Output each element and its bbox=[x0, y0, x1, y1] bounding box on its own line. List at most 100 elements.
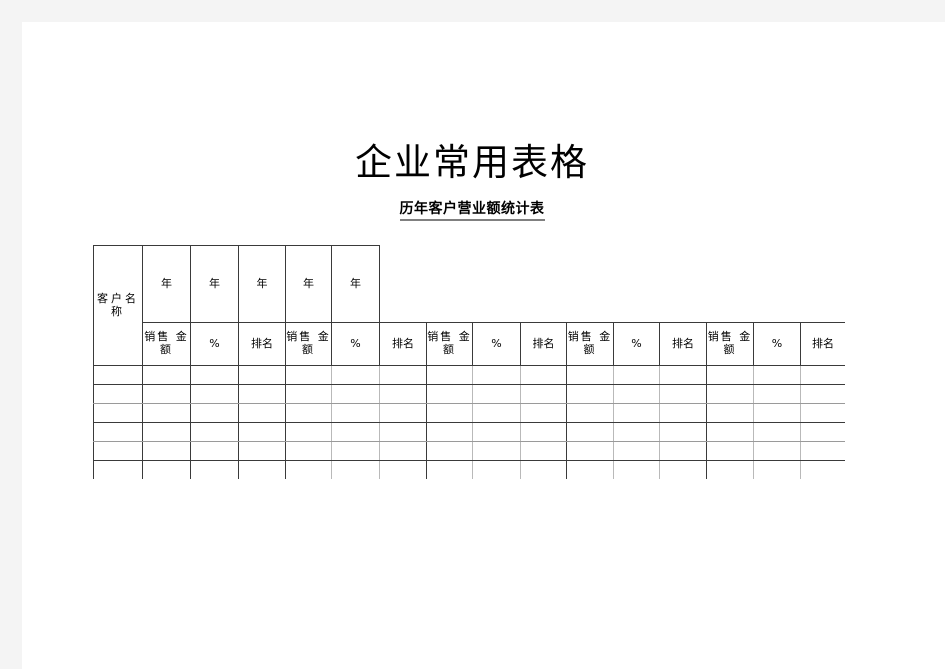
table-cell-pct3[interactable] bbox=[472, 403, 521, 423]
table-cell-rank1[interactable] bbox=[238, 422, 286, 442]
table-cell-rank1[interactable] bbox=[238, 384, 286, 404]
table-cell-rank5[interactable] bbox=[800, 441, 845, 461]
table-cell-rank4[interactable] bbox=[659, 422, 707, 442]
table-cell-pct2[interactable] bbox=[331, 384, 380, 404]
table-cell-rank3[interactable] bbox=[520, 384, 567, 404]
table-cell-pct4[interactable] bbox=[613, 384, 660, 404]
table-cell-pct3[interactable] bbox=[472, 441, 521, 461]
table-cell-amount3[interactable] bbox=[426, 365, 473, 385]
table-cell-amount1[interactable] bbox=[142, 403, 191, 423]
table-cell-rank3[interactable] bbox=[520, 365, 567, 385]
table-cell-amount3[interactable] bbox=[426, 460, 473, 479]
table-cell-pct5[interactable] bbox=[753, 384, 801, 404]
table-row bbox=[93, 422, 845, 442]
table-cell-rank5[interactable] bbox=[800, 403, 845, 423]
table-cell-pct2[interactable] bbox=[331, 422, 380, 442]
table-cell-rank2[interactable] bbox=[379, 403, 427, 423]
table-cell-amount5[interactable] bbox=[706, 403, 754, 423]
table-row bbox=[93, 441, 845, 461]
table-cell-pct5[interactable] bbox=[753, 403, 801, 423]
table-cell-pct1[interactable] bbox=[190, 422, 239, 442]
table-cell-pct4[interactable] bbox=[613, 365, 660, 385]
table-cell-rank2[interactable] bbox=[379, 460, 427, 479]
table-cell-amount1[interactable] bbox=[142, 384, 191, 404]
table-cell-amount5[interactable] bbox=[706, 441, 754, 461]
table-cell-amount2[interactable] bbox=[285, 422, 332, 442]
table-cell-name[interactable] bbox=[93, 365, 143, 385]
table-cell-amount4[interactable] bbox=[566, 460, 614, 479]
table-cell-rank4[interactable] bbox=[659, 365, 707, 385]
table-cell-pct5[interactable] bbox=[753, 460, 801, 479]
table-cell-pct3[interactable] bbox=[472, 384, 521, 404]
table-cell-amount4[interactable] bbox=[566, 441, 614, 461]
table-cell-rank4[interactable] bbox=[659, 460, 707, 479]
table-cell-rank1[interactable] bbox=[238, 403, 286, 423]
table-cell-rank2[interactable] bbox=[379, 384, 427, 404]
table-cell-pct2[interactable] bbox=[331, 441, 380, 461]
table-cell-rank5[interactable] bbox=[800, 460, 845, 479]
table-cell-name[interactable] bbox=[93, 403, 143, 423]
table-cell-amount3[interactable] bbox=[426, 403, 473, 423]
table-cell-rank5[interactable] bbox=[800, 422, 845, 442]
table-cell-pct1[interactable] bbox=[190, 403, 239, 423]
table-cell-name[interactable] bbox=[93, 422, 143, 442]
table-cell-pct1[interactable] bbox=[190, 460, 239, 479]
table-cell-pct3[interactable] bbox=[472, 365, 521, 385]
table-cell-rank1[interactable] bbox=[238, 441, 286, 461]
table-cell-pct3[interactable] bbox=[472, 422, 521, 442]
table-cell-name[interactable] bbox=[93, 384, 143, 404]
table-cell-amount2[interactable] bbox=[285, 403, 332, 423]
table-cell-pct3[interactable] bbox=[472, 460, 521, 479]
table-cell-amount2[interactable] bbox=[285, 365, 332, 385]
table-cell-rank1[interactable] bbox=[238, 365, 286, 385]
table-cell-rank5[interactable] bbox=[800, 365, 845, 385]
table-cell-rank2[interactable] bbox=[379, 365, 427, 385]
table-cell-name[interactable] bbox=[93, 441, 143, 461]
table-cell-amount5[interactable] bbox=[706, 422, 754, 442]
header-cell-pct2: % bbox=[331, 322, 380, 366]
table-cell-pct5[interactable] bbox=[753, 365, 801, 385]
table-cell-amount5[interactable] bbox=[706, 384, 754, 404]
table-cell-rank4[interactable] bbox=[659, 384, 707, 404]
table-cell-rank2[interactable] bbox=[379, 441, 427, 461]
table-cell-pct1[interactable] bbox=[190, 384, 239, 404]
table-cell-amount5[interactable] bbox=[706, 365, 754, 385]
table-cell-pct4[interactable] bbox=[613, 422, 660, 442]
table-cell-pct2[interactable] bbox=[331, 365, 380, 385]
table-cell-amount4[interactable] bbox=[566, 422, 614, 442]
table-cell-amount2[interactable] bbox=[285, 384, 332, 404]
table-cell-rank2[interactable] bbox=[379, 422, 427, 442]
table-cell-amount3[interactable] bbox=[426, 384, 473, 404]
table-cell-rank1[interactable] bbox=[238, 460, 286, 479]
table-cell-rank4[interactable] bbox=[659, 403, 707, 423]
table-cell-pct5[interactable] bbox=[753, 422, 801, 442]
table-cell-pct2[interactable] bbox=[331, 460, 380, 479]
table-cell-amount3[interactable] bbox=[426, 422, 473, 442]
table-cell-amount1[interactable] bbox=[142, 365, 191, 385]
header-cell-rank5: 排名 bbox=[800, 322, 845, 366]
table-cell-amount4[interactable] bbox=[566, 384, 614, 404]
table-cell-amount1[interactable] bbox=[142, 422, 191, 442]
table-cell-pct4[interactable] bbox=[613, 403, 660, 423]
table-cell-pct1[interactable] bbox=[190, 365, 239, 385]
table-cell-amount4[interactable] bbox=[566, 403, 614, 423]
table-cell-rank3[interactable] bbox=[520, 460, 567, 479]
table-cell-amount1[interactable] bbox=[142, 460, 191, 479]
table-cell-pct4[interactable] bbox=[613, 441, 660, 461]
table-cell-amount2[interactable] bbox=[285, 441, 332, 461]
table-cell-rank3[interactable] bbox=[520, 441, 567, 461]
table-cell-pct1[interactable] bbox=[190, 441, 239, 461]
table-cell-pct5[interactable] bbox=[753, 441, 801, 461]
table-cell-amount5[interactable] bbox=[706, 460, 754, 479]
table-cell-rank3[interactable] bbox=[520, 403, 567, 423]
table-cell-amount2[interactable] bbox=[285, 460, 332, 479]
table-cell-amount4[interactable] bbox=[566, 365, 614, 385]
table-cell-rank5[interactable] bbox=[800, 384, 845, 404]
table-cell-pct4[interactable] bbox=[613, 460, 660, 479]
table-cell-pct2[interactable] bbox=[331, 403, 380, 423]
table-cell-rank3[interactable] bbox=[520, 422, 567, 442]
table-cell-rank4[interactable] bbox=[659, 441, 707, 461]
table-cell-name[interactable] bbox=[93, 460, 143, 479]
table-cell-amount3[interactable] bbox=[426, 441, 473, 461]
table-cell-amount1[interactable] bbox=[142, 441, 191, 461]
